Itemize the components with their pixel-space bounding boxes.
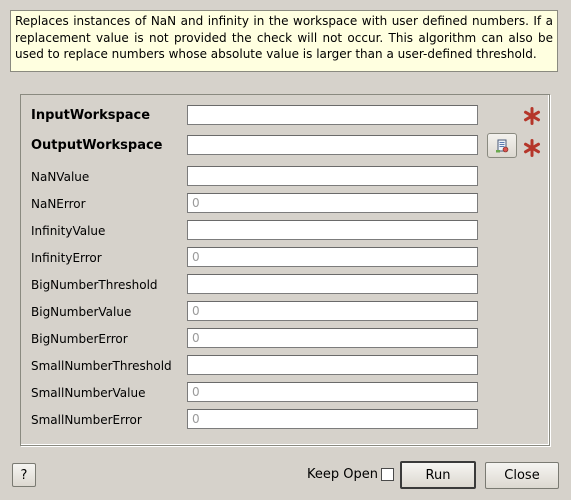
property-label-big-number-value: BigNumberValue [31,305,132,319]
big-number-threshold-field[interactable] [187,274,478,294]
property-label-infinity-value: InfinityValue [31,224,106,238]
keep-open-label: Keep Open [307,467,378,482]
input-workspace-field[interactable] [187,105,478,125]
keep-open-checkbox[interactable] [381,468,394,481]
property-label-small-number-value: SmallNumberValue [31,386,146,400]
property-label-nan-error: NaNError [31,197,86,211]
required-star-icon [524,139,540,157]
small-number-error-field[interactable] [187,409,478,429]
workspace-browse-button[interactable] [487,133,517,158]
output-workspace-field[interactable] [187,135,478,155]
small-number-value-field[interactable] [187,382,478,402]
required-star-icon [524,107,540,125]
big-number-value-field[interactable] [187,301,478,321]
property-label-output-workspace: OutputWorkspace [31,138,163,153]
big-number-error-field[interactable] [187,328,478,348]
small-number-threshold-field[interactable] [187,355,478,375]
property-label-small-number-threshold: SmallNumberThreshold [31,359,172,373]
property-label-nan-value: NaNValue [31,170,90,184]
infinity-error-field[interactable] [187,247,478,267]
property-label-big-number-error: BigNumberError [31,332,128,346]
infinity-value-field[interactable] [187,220,478,240]
run-button[interactable]: Run [400,461,476,489]
close-button[interactable]: Close [485,462,559,489]
help-button[interactable]: ? [12,463,36,487]
property-label-infinity-error: InfinityError [31,251,102,265]
property-label-small-number-error: SmallNumberError [31,413,142,427]
workspace-browse-icon [496,139,509,152]
property-label-big-number-threshold: BigNumberThreshold [31,278,158,292]
property-label-input-workspace: InputWorkspace [31,108,151,123]
nan-value-field[interactable] [187,166,478,186]
nan-error-field[interactable] [187,193,478,213]
algorithm-description: Replaces instances of NaN and infinity i… [10,10,558,72]
